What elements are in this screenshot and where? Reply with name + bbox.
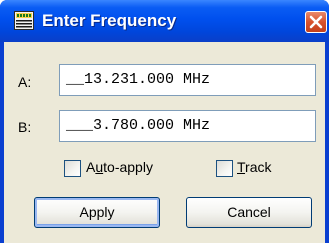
auto-apply-label[interactable]: Auto-apply bbox=[86, 159, 153, 175]
window-title: Enter Frequency bbox=[42, 11, 177, 30]
apply-button[interactable]: Apply bbox=[34, 197, 160, 228]
field-b-label: B: bbox=[18, 119, 32, 135]
title-bar[interactable]: Enter Frequency bbox=[0, 0, 329, 42]
auto-apply-label-suffix: to-apply bbox=[103, 159, 153, 175]
dialog-body: A: __13.231.000 MHz B: ___3.780.000 MHz … bbox=[4, 42, 325, 243]
frequency-a-input[interactable]: __13.231.000 MHz bbox=[59, 64, 316, 96]
auto-apply-mnemonic: u bbox=[95, 159, 104, 175]
enter-frequency-dialog: Enter Frequency A: __13.231.000 MHz B: _… bbox=[0, 0, 329, 243]
close-icon bbox=[309, 15, 323, 29]
frequency-app-icon bbox=[14, 11, 34, 30]
track-checkbox[interactable] bbox=[216, 160, 233, 177]
field-a-label: A: bbox=[18, 74, 32, 90]
track-label-suffix: rack bbox=[245, 159, 272, 175]
auto-apply-label-prefix: A bbox=[86, 159, 96, 175]
frequency-b-input[interactable]: ___3.780.000 MHz bbox=[59, 110, 316, 142]
close-button[interactable] bbox=[305, 11, 327, 33]
track-mnemonic: T bbox=[237, 159, 246, 175]
cancel-button[interactable]: Cancel bbox=[186, 197, 312, 228]
track-label[interactable]: Track bbox=[237, 159, 272, 175]
auto-apply-checkbox[interactable] bbox=[64, 160, 81, 177]
